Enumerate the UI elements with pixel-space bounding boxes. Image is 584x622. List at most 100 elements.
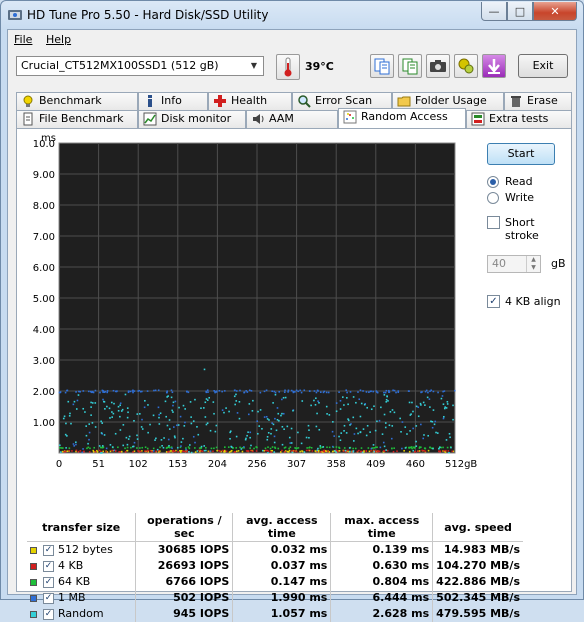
data-point xyxy=(172,401,175,404)
maximize-button[interactable]: □ xyxy=(507,2,533,21)
tab-file-benchmark[interactable]: File Benchmark xyxy=(16,110,138,128)
write-radio[interactable] xyxy=(487,192,499,204)
screenshot-button[interactable] xyxy=(426,54,450,78)
menu-help[interactable]: Help xyxy=(46,33,71,46)
title-bar[interactable]: HD Tune Pro 5.50 - Hard Disk/SSD Utility… xyxy=(1,1,583,29)
data-point xyxy=(141,446,144,449)
data-point xyxy=(297,431,299,434)
data-point xyxy=(345,432,348,434)
data-point xyxy=(261,427,263,430)
row-operations: 6766 IOPS xyxy=(135,573,234,590)
data-point xyxy=(383,394,386,396)
data-point xyxy=(172,411,174,413)
data-point xyxy=(147,404,149,406)
data-point xyxy=(180,445,182,447)
data-point xyxy=(68,447,71,449)
data-point xyxy=(99,391,101,394)
results-table: transfer size operations / sec avg. acce… xyxy=(27,513,523,622)
data-point xyxy=(434,420,437,423)
minimize-button[interactable]: — xyxy=(481,2,507,21)
exit-button[interactable]: Exit xyxy=(518,54,568,78)
row-avg-speed: 104.270 MB/s xyxy=(436,559,520,572)
menu-file[interactable]: File xyxy=(14,33,32,46)
series-checkbox[interactable]: ✓ xyxy=(43,576,54,588)
tab-random-access[interactable]: Random Access xyxy=(338,108,466,128)
series-checkbox[interactable]: ✓ xyxy=(43,592,54,604)
data-point xyxy=(154,439,156,441)
data-point xyxy=(268,419,270,421)
read-radio[interactable] xyxy=(487,176,499,188)
series-checkbox[interactable]: ✓ xyxy=(43,608,54,620)
data-point xyxy=(395,391,397,394)
row-max-access: 0.630 ms xyxy=(330,557,434,574)
data-point xyxy=(248,403,251,405)
drive-select[interactable]: Crucial_CT512MX100SSD1 (512 gB) ▼ xyxy=(16,56,264,76)
data-point xyxy=(94,426,97,428)
short-stroke-checkbox[interactable] xyxy=(487,216,500,229)
data-point xyxy=(147,431,149,434)
data-point xyxy=(168,419,171,421)
data-point xyxy=(391,425,394,427)
close-button[interactable]: ✕ xyxy=(533,2,577,21)
row-avg-speed: 422.886 MB/s xyxy=(436,575,520,588)
data-point xyxy=(223,390,226,392)
data-point xyxy=(104,408,106,410)
data-point xyxy=(432,447,434,450)
data-point xyxy=(174,436,176,439)
data-point xyxy=(276,407,279,409)
data-point xyxy=(98,445,101,447)
save-button[interactable] xyxy=(482,54,506,78)
series-checkbox[interactable]: ✓ xyxy=(43,544,54,556)
data-point xyxy=(290,442,293,444)
data-point xyxy=(152,447,155,450)
data-point xyxy=(255,450,258,452)
copy-info-button[interactable] xyxy=(370,54,394,78)
start-button[interactable]: Start xyxy=(487,143,555,165)
data-point xyxy=(325,391,328,394)
data-point xyxy=(267,450,270,452)
data-point xyxy=(78,390,80,393)
tab-info[interactable]: Info xyxy=(138,92,208,110)
data-point xyxy=(347,403,349,406)
data-point xyxy=(314,403,317,406)
tab-benchmark[interactable]: Benchmark xyxy=(16,92,138,110)
data-point xyxy=(72,443,75,445)
tab-aam[interactable]: AAM xyxy=(246,110,338,128)
short-stroke-size-input[interactable]: 40 ▲ ▼ xyxy=(487,255,541,273)
align-checkbox[interactable]: ✓ xyxy=(487,295,500,308)
copy-text-button[interactable] xyxy=(398,54,422,78)
tab-disk-monitor[interactable]: Disk monitor xyxy=(138,110,246,128)
data-point xyxy=(166,396,168,398)
data-point xyxy=(403,449,405,452)
data-point xyxy=(388,424,391,427)
data-point xyxy=(326,413,328,415)
data-point xyxy=(235,400,238,402)
data-point xyxy=(239,446,241,449)
data-point xyxy=(373,450,375,453)
spin-arrows-icon[interactable]: ▲ ▼ xyxy=(526,256,540,272)
tab-health[interactable]: Health xyxy=(208,92,292,110)
data-point xyxy=(168,428,171,430)
data-point xyxy=(382,441,385,444)
data-point xyxy=(184,421,186,424)
data-point xyxy=(432,390,435,393)
series-checkbox[interactable]: ✓ xyxy=(43,560,54,572)
data-point xyxy=(185,448,187,451)
thermometer-icon xyxy=(276,54,300,80)
lightbulb-icon xyxy=(23,95,33,107)
options-button[interactable] xyxy=(454,54,478,78)
data-point xyxy=(198,449,200,452)
tab-erase[interactable]: Erase xyxy=(504,92,572,110)
tab-extra-tests[interactable]: Extra tests xyxy=(466,110,572,128)
data-point xyxy=(89,447,91,450)
data-point xyxy=(212,450,214,453)
data-point xyxy=(411,401,413,404)
y-tick-label: 9.00 xyxy=(33,170,55,181)
data-point xyxy=(360,402,363,405)
data-point xyxy=(101,446,104,449)
data-point xyxy=(149,423,151,426)
data-point xyxy=(286,425,289,428)
data-point xyxy=(355,401,357,404)
data-point xyxy=(284,389,286,392)
data-point xyxy=(270,432,272,435)
